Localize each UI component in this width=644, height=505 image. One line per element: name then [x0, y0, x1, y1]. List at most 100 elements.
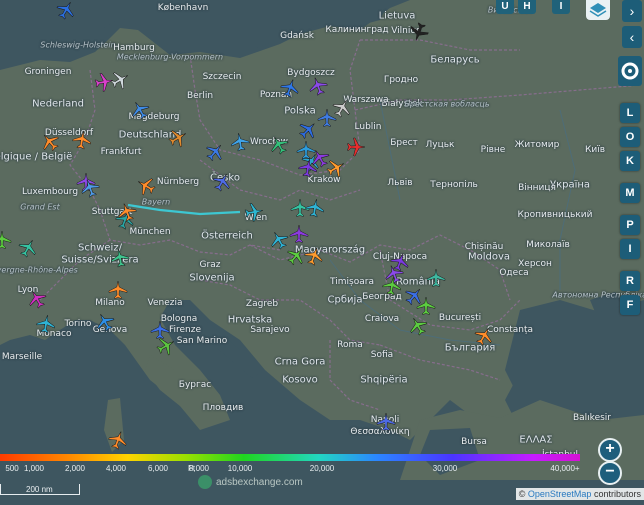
aircraft-icon[interactable] [108, 280, 128, 300]
city-label: Graz [199, 260, 221, 270]
side-button-o[interactable]: O [620, 127, 640, 147]
aircraft-icon[interactable] [27, 289, 47, 309]
aircraft-icon[interactable] [426, 268, 446, 288]
aircraft-icon[interactable] [289, 224, 309, 244]
city-label: Брест [390, 138, 418, 148]
toggle-i-button[interactable]: I [552, 0, 570, 14]
aircraft-icon[interactable] [304, 246, 324, 266]
country-label: Polska [284, 105, 316, 117]
altitude-tick-label: 1,000 [23, 464, 45, 473]
aircraft-icon[interactable] [0, 230, 12, 250]
city-label: Firenze [168, 325, 202, 335]
toggle-h-button[interactable]: H [518, 0, 536, 14]
layers-button[interactable] [586, 0, 610, 20]
aircraft-icon[interactable] [36, 314, 56, 334]
altitude-tick-label: 30,000 [432, 464, 458, 473]
aircraft-icon[interactable] [305, 198, 325, 218]
aircraft-icon[interactable] [212, 172, 232, 192]
city-label: Bursa [461, 437, 487, 447]
altitude-tick-label: 4,000 [105, 464, 127, 473]
aircraft-icon[interactable] [298, 120, 318, 140]
aircraft-icon[interactable] [80, 178, 100, 198]
city-label: Hamburg [113, 43, 155, 53]
altitude-tick-label: 20,000 [309, 464, 335, 473]
aircraft-icon[interactable] [230, 132, 250, 152]
collapse-panel-button[interactable]: ‹ [622, 26, 642, 48]
aircraft-icon[interactable] [117, 202, 137, 222]
city-label: Луцьк [425, 140, 455, 150]
city-label: Львів [387, 178, 413, 188]
aircraft-icon[interactable] [108, 430, 128, 450]
toggle-u-button[interactable]: U [496, 0, 514, 14]
city-label: Кропивницький [517, 210, 593, 220]
aircraft-icon[interactable] [136, 176, 156, 196]
city-label: Luxembourg [21, 187, 79, 197]
city-label: Sofia [370, 350, 394, 360]
aircraft-icon[interactable] [346, 137, 366, 157]
aircraft-icon[interactable] [168, 128, 188, 148]
settings-button[interactable] [618, 56, 642, 86]
city-label: Гродно [383, 75, 419, 85]
aircraft-icon[interactable] [317, 108, 337, 128]
aircraft-icon[interactable] [474, 326, 494, 346]
aircraft-icon[interactable] [130, 100, 150, 120]
side-button-r[interactable]: R [620, 271, 640, 291]
city-label: Venezia [147, 298, 183, 308]
altitude-tick-label: 40,000+ [550, 464, 580, 473]
aircraft-icon[interactable] [408, 316, 428, 336]
side-button-i[interactable]: I [620, 239, 640, 259]
aircraft-icon[interactable] [56, 0, 76, 20]
zoom-in-button[interactable]: + [598, 438, 622, 462]
side-button-m[interactable]: M [620, 183, 640, 203]
expand-panel-button[interactable]: › [622, 0, 642, 22]
aircraft-icon[interactable] [269, 135, 289, 155]
aircraft-icon[interactable] [280, 78, 300, 98]
side-button-p[interactable]: P [620, 215, 640, 235]
city-label: Sarajevo [250, 325, 290, 335]
city-label: București [438, 313, 482, 323]
aircraft-icon[interactable] [376, 412, 396, 432]
aircraft-icon[interactable] [95, 312, 115, 332]
aircraft-icon[interactable] [72, 130, 92, 150]
zoom-out-button[interactable]: − [598, 461, 622, 485]
city-label: Тернопіль [430, 180, 478, 190]
city-label: Миколаїв [526, 240, 570, 250]
city-label: Вінниця [518, 183, 556, 193]
city-label: Калининград [325, 25, 389, 35]
osm-link[interactable]: OpenStreetMap [528, 489, 592, 499]
aircraft-icon[interactable] [110, 70, 130, 90]
aircraft-icon[interactable] [244, 202, 264, 222]
city-label: Nürnberg [156, 177, 200, 187]
aircraft-icon[interactable] [156, 336, 176, 356]
region-label: Брестская вобласць [404, 99, 490, 109]
aircraft-icon[interactable] [416, 296, 436, 316]
aircraft-icon[interactable] [286, 246, 306, 266]
city-label: Gdańsk [280, 31, 314, 41]
city-label: Timișoara [330, 277, 374, 287]
side-button-k[interactable]: K [620, 151, 640, 171]
country-label: Nederland [32, 98, 84, 110]
watermark: adsbexchange.com [198, 475, 303, 489]
aircraft-icon[interactable] [409, 22, 429, 42]
aircraft-icon[interactable] [326, 158, 346, 178]
aircraft-icon[interactable] [110, 248, 130, 268]
city-label: Craiova [364, 314, 400, 324]
side-button-l[interactable]: L [620, 103, 640, 123]
aircraft-icon[interactable] [205, 142, 225, 162]
aircraft-icon[interactable] [308, 76, 328, 96]
chevron-left-icon: ‹ [629, 29, 635, 45]
country-label: Österreich [201, 230, 253, 242]
city-label: Groningen [24, 67, 72, 77]
aircraft-icon[interactable] [382, 276, 402, 296]
scale-label: 200 nm [26, 485, 53, 494]
aircraft-icon[interactable] [40, 132, 60, 152]
aircraft-icon[interactable] [18, 238, 38, 258]
aircraft-icon[interactable] [298, 158, 318, 178]
city-label: Рівне [480, 145, 506, 155]
country-label: ΕΛΛΑΣ [519, 434, 553, 446]
side-button-f[interactable]: F [620, 295, 640, 315]
watermark-text: adsbexchange.com [216, 476, 303, 488]
region-label: Bayern [141, 197, 171, 207]
legend-unit-label: Ft [188, 464, 196, 473]
country-label: Lietuva [378, 10, 416, 22]
